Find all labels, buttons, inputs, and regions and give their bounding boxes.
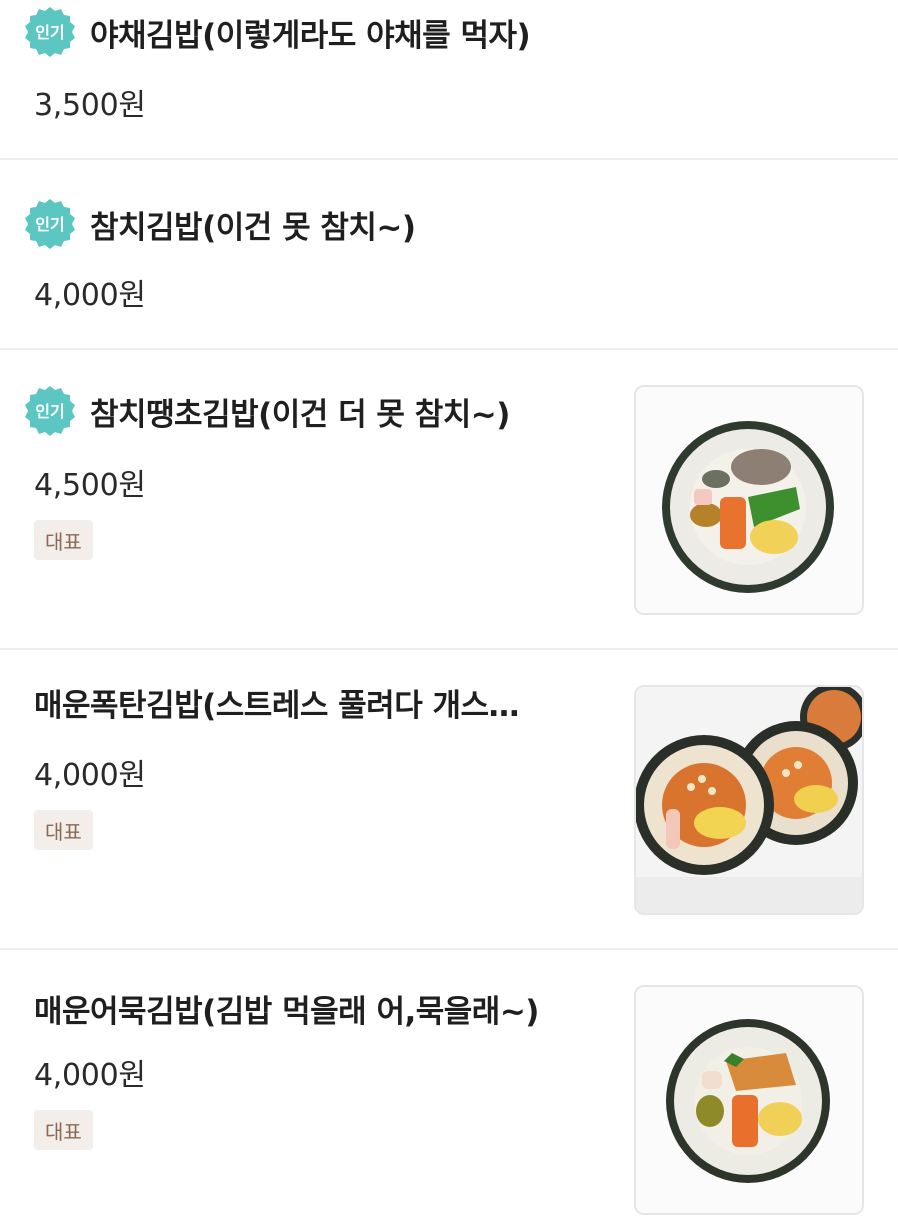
- popular-badge-label: 인기: [35, 23, 64, 42]
- menu-item[interactable]: 매운어묵김밥(김밥 먹을래 어,묵을래~) 4,000원 대표: [0, 950, 898, 1223]
- menu-item-name: 참치김밥(이건 못 참치~): [90, 209, 416, 246]
- popular-badge: 인기: [24, 6, 76, 58]
- gimbap-photo: [636, 387, 862, 613]
- popular-badge: 인기: [24, 385, 76, 437]
- popular-badge-label: 인기: [35, 215, 64, 234]
- menu-item-name: 참치땡초김밥(이건 더 못 참치~): [90, 396, 510, 433]
- menu-item-name-row: 인기 참치김밥(이건 못 참치~): [24, 198, 416, 250]
- menu-item-price: 4,000원: [34, 758, 146, 793]
- gimbap-photo: [636, 987, 862, 1213]
- representative-tag: 대표: [34, 520, 93, 560]
- menu-item[interactable]: 인기 야채김밥(이렇게라도 야채를 먹자) 3,500원: [0, 0, 898, 160]
- menu-item[interactable]: 인기 참치땡초김밥(이건 더 못 참치~) 4,500원 대표: [0, 350, 898, 650]
- menu-item-photo[interactable]: [634, 985, 864, 1215]
- menu-item-name: 야채김밥(이렇게라도 야채를 먹자): [90, 17, 531, 54]
- popular-badge: 인기: [24, 198, 76, 250]
- menu-item-name-row: 인기 참치땡초김밥(이건 더 못 참치~): [24, 385, 510, 437]
- menu-item-price: 4,500원: [34, 468, 146, 503]
- menu-item-price: 4,000원: [34, 278, 146, 313]
- menu-item[interactable]: 매운폭탄김밥(스트레스 풀려다 개스… 4,000원 대표: [0, 650, 898, 950]
- menu-item-name: 매운폭탄김밥(스트레스 풀려다 개스…: [34, 688, 520, 724]
- representative-tag: 대표: [34, 810, 93, 850]
- menu-item-price: 3,500원: [34, 88, 146, 123]
- menu-item-price: 4,000원: [34, 1058, 146, 1093]
- representative-tag: 대표: [34, 1110, 93, 1150]
- menu-item-photo[interactable]: [634, 685, 864, 915]
- menu-item-photo[interactable]: [634, 385, 864, 615]
- menu-item[interactable]: 인기 참치김밥(이건 못 참치~) 4,000원: [0, 160, 898, 350]
- menu-item-name: 매운어묵김밥(김밥 먹을래 어,묵을래~): [34, 994, 539, 1030]
- popular-badge-label: 인기: [35, 402, 64, 421]
- menu-item-name-row: 매운어묵김밥(김밥 먹을래 어,묵을래~): [34, 986, 539, 1031]
- gimbap-photo: [636, 687, 862, 913]
- menu-item-name-row: 인기 야채김밥(이렇게라도 야채를 먹자): [24, 6, 530, 58]
- menu-item-name-row: 매운폭탄김밥(스트레스 풀려다 개스…: [34, 680, 519, 725]
